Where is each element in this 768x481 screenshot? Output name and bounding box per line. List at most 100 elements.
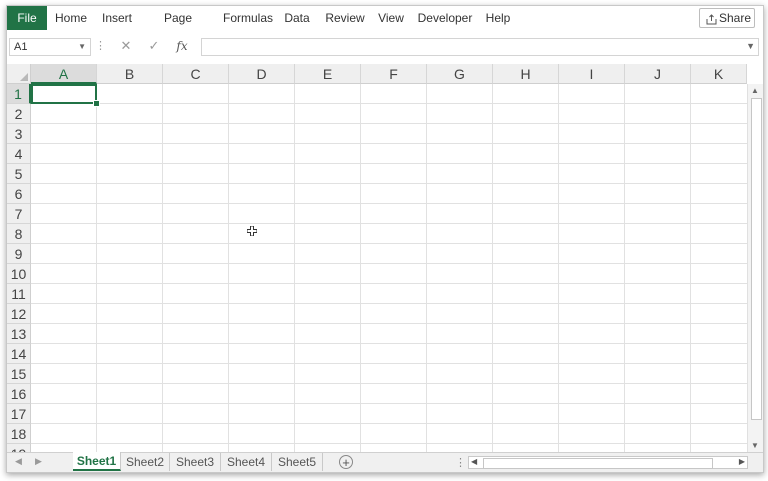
tab-home[interactable]: Home (51, 6, 91, 30)
row-header-14[interactable]: 14 (7, 344, 31, 364)
next-sheet-icon[interactable]: ▶ (35, 456, 42, 467)
formula-bar: A1 ▼ ⋮ ✕ ✓ fx ▼ (7, 34, 763, 58)
gridline (31, 223, 747, 224)
chevron-down-icon[interactable]: ▼ (78, 39, 86, 55)
gridline (31, 143, 747, 144)
gridline (31, 423, 747, 424)
share-icon (706, 12, 717, 30)
name-box[interactable]: A1 ▼ (9, 38, 91, 56)
sheet-tab-sheet3[interactable]: Sheet3 (170, 453, 221, 471)
column-header-d[interactable]: D (229, 64, 295, 84)
add-sheet-button[interactable]: + (339, 455, 353, 469)
column-header-b[interactable]: B (97, 64, 163, 84)
sheet-tab-sheet4[interactable]: Sheet4 (221, 453, 272, 471)
row-header-15[interactable]: 15 (7, 364, 31, 384)
column-header-g[interactable]: G (427, 64, 493, 84)
sheet-tab-sheet5[interactable]: Sheet5 (272, 453, 323, 471)
gridline (31, 403, 747, 404)
tab-help[interactable]: Help (484, 6, 512, 30)
row-header-10[interactable]: 10 (7, 264, 31, 284)
row-header-12[interactable]: 12 (7, 304, 31, 324)
tab-view[interactable]: View (376, 6, 406, 30)
tab-developer[interactable]: Developer (417, 6, 473, 30)
share-label: Share (719, 11, 752, 25)
row-header-8[interactable]: 8 (7, 224, 31, 244)
row-header-11[interactable]: 11 (7, 284, 31, 304)
row-header-16[interactable]: 16 (7, 384, 31, 404)
column-header-e[interactable]: E (295, 64, 361, 84)
row-header-5[interactable]: 5 (7, 164, 31, 184)
gridline (31, 243, 747, 244)
sheet-tab-sheet2[interactable]: Sheet2 (121, 453, 170, 471)
horizontal-scrollbar[interactable]: ◀ ▶ (468, 456, 748, 469)
column-header-f[interactable]: F (361, 64, 427, 84)
column-header-j[interactable]: J (625, 64, 691, 84)
gridline (162, 84, 163, 452)
scroll-down-icon[interactable]: ▼ (751, 441, 759, 450)
enter-icon[interactable]: ✓ (143, 38, 165, 54)
column-header-i[interactable]: I (559, 64, 625, 84)
gridline (426, 84, 427, 452)
prev-sheet-icon[interactable]: ◀ (15, 456, 22, 467)
row-header-6[interactable]: 6 (7, 184, 31, 204)
scroll-right-icon[interactable]: ▶ (739, 457, 745, 466)
sheet-tab-sheet1[interactable]: Sheet1 (73, 452, 121, 471)
row-header-1[interactable]: 1 (7, 84, 31, 104)
gridline (31, 383, 747, 384)
row-header-19[interactable]: 19 (7, 444, 31, 452)
gridline (31, 263, 747, 264)
row-header-17[interactable]: 17 (7, 404, 31, 424)
gridline (228, 84, 229, 452)
column-header-c[interactable]: C (163, 64, 229, 84)
active-cell-a1[interactable] (31, 84, 97, 104)
tab-formulas[interactable]: Formulas (222, 6, 274, 30)
gridline (492, 84, 493, 452)
scroll-up-icon[interactable]: ▲ (751, 86, 759, 95)
cancel-icon[interactable]: ✕ (115, 38, 137, 54)
gridline (31, 363, 747, 364)
column-header-k[interactable]: K (691, 64, 747, 84)
tab-page-layout[interactable]: Page Layout (145, 6, 211, 49)
gridline (96, 84, 97, 452)
share-button[interactable]: Share (699, 8, 755, 28)
gridline (294, 84, 295, 452)
tab-insert[interactable]: Insert (99, 6, 135, 30)
gridline (558, 84, 559, 452)
horizontal-scroll-thumb[interactable] (483, 458, 713, 469)
row-header-2[interactable]: 2 (7, 104, 31, 124)
vertical-scrollbar[interactable]: ▲ ▼ (747, 84, 763, 452)
more-options-icon[interactable]: ⋮ (95, 38, 106, 54)
gridline (360, 84, 361, 452)
gridline (31, 183, 747, 184)
formula-input[interactable]: ▼ (201, 38, 759, 56)
row-header-18[interactable]: 18 (7, 424, 31, 444)
gridline (31, 323, 747, 324)
scroll-left-icon[interactable]: ◀ (471, 457, 477, 466)
insert-function-button[interactable]: fx (171, 38, 193, 54)
cell-cursor-icon (246, 225, 258, 237)
row-header-7[interactable]: 7 (7, 204, 31, 224)
vertical-scroll-thumb[interactable] (751, 98, 762, 420)
row-header-4[interactable]: 4 (7, 144, 31, 164)
tab-file[interactable]: File (7, 6, 47, 30)
column-header-a[interactable]: A (31, 64, 97, 84)
gridline (31, 443, 747, 444)
spreadsheet-grid[interactable]: A B C D E F G H I J K 1 2 3 4 5 6 7 8 9 … (7, 64, 763, 452)
gridline (31, 123, 747, 124)
row-header-3[interactable]: 3 (7, 124, 31, 144)
name-box-value: A1 (14, 41, 28, 53)
gridline (31, 203, 747, 204)
select-all-corner[interactable] (7, 64, 31, 84)
expand-formula-icon[interactable]: ▼ (746, 41, 755, 51)
tab-review[interactable]: Review (325, 6, 365, 30)
gridline (624, 84, 625, 452)
gridline (31, 343, 747, 344)
fill-handle[interactable] (93, 100, 100, 107)
ribbon-tabs: File Home Insert Page Layout Formulas Da… (7, 6, 763, 49)
gridline (31, 103, 747, 104)
tab-data[interactable]: Data (283, 6, 311, 30)
row-header-9[interactable]: 9 (7, 244, 31, 264)
column-header-h[interactable]: H (493, 64, 559, 84)
row-header-13[interactable]: 13 (7, 324, 31, 344)
more-tabs-icon[interactable]: ⋮ (455, 456, 466, 469)
